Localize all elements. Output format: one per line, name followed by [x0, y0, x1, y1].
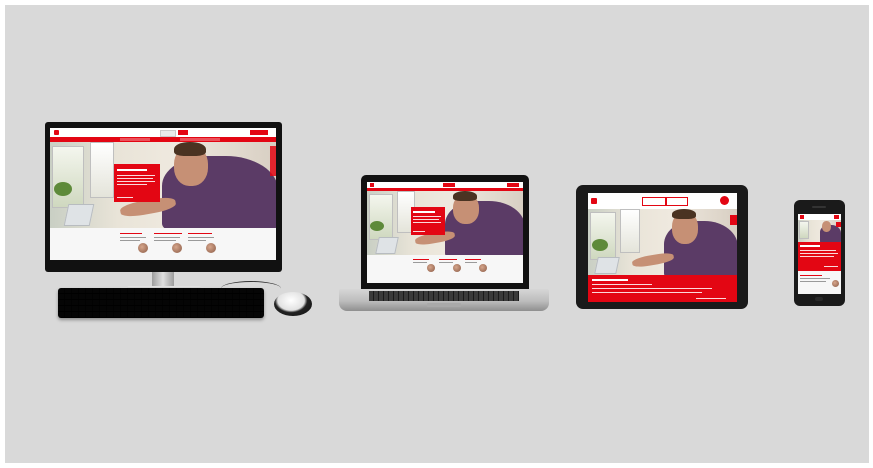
- teaser-item: [439, 258, 463, 278]
- teaser-row: [367, 255, 523, 283]
- desktop-screen: [50, 128, 276, 260]
- hero-teaser-box: [114, 164, 160, 202]
- header-login-icon: [507, 183, 519, 187]
- mouse-icon: [274, 292, 312, 316]
- avatar: [453, 264, 461, 272]
- hero-side-tabs: [270, 146, 276, 176]
- avatar: [206, 243, 216, 253]
- header-search-icon: [443, 183, 455, 187]
- hero-teaser-box: [588, 275, 737, 302]
- site-header: [50, 128, 276, 137]
- smartphone-screen: [798, 214, 841, 294]
- hero-side-tab: [730, 215, 737, 225]
- teaser-row: [50, 228, 276, 260]
- mouse-cable: [221, 281, 281, 296]
- hero-teaser-box: [798, 242, 841, 271]
- smartphone-icon: [794, 200, 845, 306]
- avatar: [138, 243, 148, 253]
- brand-logo-icon: [591, 198, 597, 204]
- hero-image: [798, 220, 841, 242]
- desktop-monitor: [45, 122, 282, 272]
- site-header: [588, 193, 737, 209]
- teaser-item: [120, 231, 156, 257]
- tablet-screen: [588, 193, 737, 302]
- brand-logo-icon: [54, 130, 59, 135]
- header-search-icon: [642, 197, 666, 206]
- teaser-item: [465, 258, 489, 278]
- hero-image: [50, 142, 276, 228]
- teaser-item: [800, 274, 840, 292]
- avatar: [427, 264, 435, 272]
- header-menu-icon: [834, 215, 839, 219]
- avatar: [832, 280, 839, 287]
- phone-speaker: [812, 206, 826, 208]
- laptop-screen: [367, 182, 523, 283]
- teaser-item: [413, 258, 437, 278]
- teaser-item: [188, 231, 224, 257]
- header-button: [666, 197, 688, 206]
- header-button: [178, 130, 188, 135]
- device-showcase: [5, 5, 869, 463]
- header-login-icon: [250, 130, 268, 135]
- phone-home-button: [815, 297, 823, 301]
- hero-image: [588, 209, 737, 275]
- header-menu-icon: [720, 196, 729, 205]
- laptop-touchpad: [427, 303, 461, 307]
- avatar: [479, 264, 487, 272]
- hero-teaser-box: [411, 207, 445, 235]
- brand-logo-icon: [370, 183, 374, 187]
- header-search-icon: [160, 130, 176, 137]
- teaser-item: [154, 231, 190, 257]
- laptop-keyboard-icon: [369, 291, 519, 301]
- avatar: [172, 243, 182, 253]
- tablet-icon: [576, 185, 748, 309]
- hero-image: [367, 191, 523, 255]
- laptop-icon: [361, 175, 529, 291]
- brand-logo-icon: [800, 215, 804, 219]
- laptop-base: [339, 289, 549, 311]
